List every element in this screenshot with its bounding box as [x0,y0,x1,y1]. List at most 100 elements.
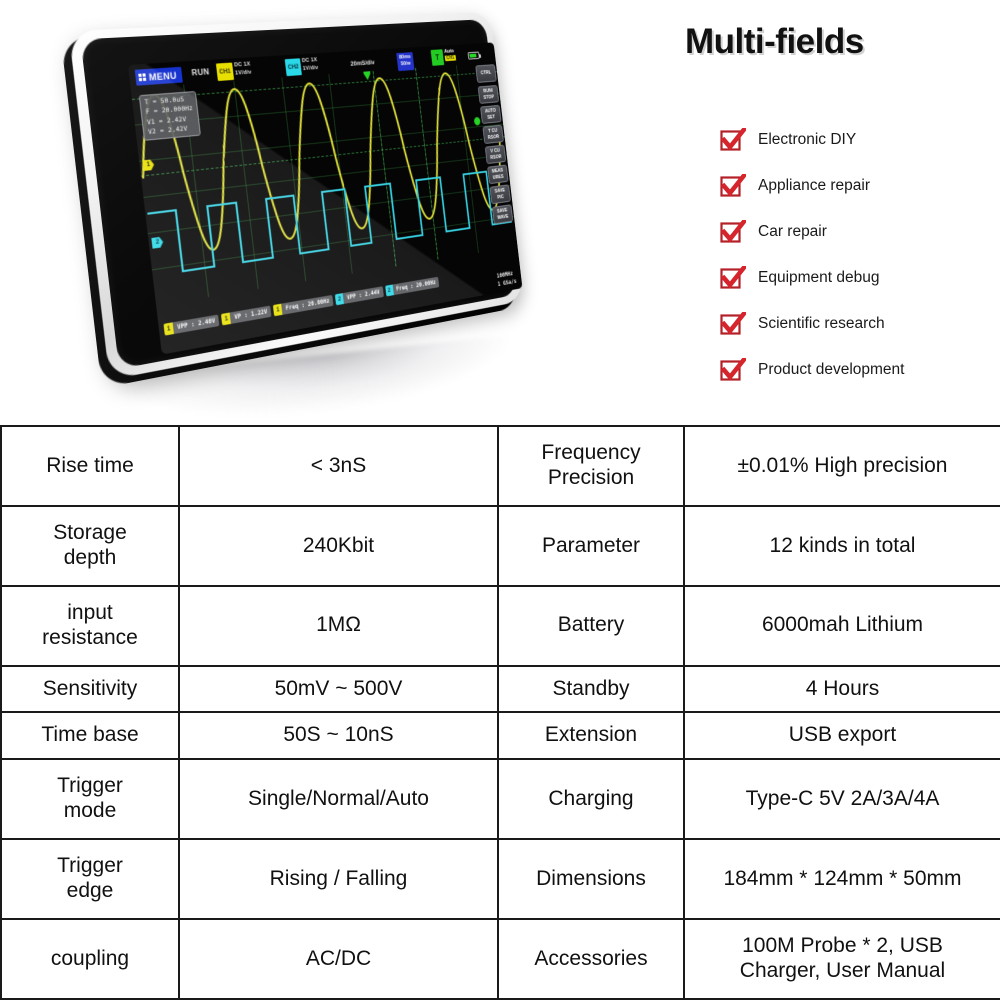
list-item: Electronic DIY [720,117,1000,163]
measurement-item[interactable]: 1 Freq : 20.00Hz [273,295,333,316]
oscilloscope-device: MENU RUN CH1 DC 1X 1V/div CH2 DC 1X 1V/d… [70,18,580,378]
readout-line-v2: V2 = 2.42V [148,123,196,137]
table-row: Trigger mode Single/Normal/Auto Charging … [1,759,1000,839]
sample-rate-label: 1 GSa/s [497,277,517,289]
trigger-offset-line1: 80ms [399,54,411,60]
ch1-scale: 1V/div [235,69,252,76]
spec-value: 184mm * 124mm * 50mm [684,839,1000,919]
softkey-v-cursor[interactable]: V CU RSOR [485,145,506,165]
list-item: Equipment debug [720,255,1000,301]
checkmark-icon [720,266,746,290]
softkey-measures[interactable]: MEAS URES [487,164,508,184]
menu-button-label: MENU [148,70,177,82]
meas-channel-chip: 1 [163,322,173,335]
ch1-chip: CH1 [216,63,234,81]
list-item: Car repair [720,209,1000,255]
ch2-position-marker[interactable]: 2 [151,237,163,249]
trigger-badge[interactable]: T Auto CH1 [431,48,457,65]
list-item-label: Equipment debug [758,269,880,287]
checkmark-icon [720,358,746,382]
measurement-readout-panel: T = 50.0uS F = 20.000Hz V1 = 2.42V V2 = … [139,91,201,141]
run-status-label: RUN [191,67,210,77]
meas-text: Freq : 20.00Hz [392,277,439,295]
checkmark-icon [720,312,746,336]
spec-key: Trigger edge [1,839,179,919]
trigger-offset-line2: 50/w [401,61,411,67]
spec-key: Dimensions [498,839,684,919]
measurement-item[interactable]: 2 VPP : 2.44V [335,286,384,305]
spec-key: input resistance [1,586,179,666]
spec-value: 240Kbit [179,506,498,586]
measurement-item[interactable]: 1 VPP : 2.40V [163,314,219,335]
measurement-item[interactable]: 2 Freq : 20.00Hz [385,277,440,297]
spec-value: < 3nS [179,426,498,506]
list-item-label: Electronic DIY [758,131,856,149]
spec-value: Rising / Falling [179,839,498,919]
softkey-line2: RSOR [488,134,500,141]
page-title: Multi-fields [685,22,864,62]
hero-section: MENU RUN CH1 DC 1X 1V/div CH2 DC 1X 1V/d… [0,0,1000,425]
spec-value: 1MΩ [179,586,498,666]
softkey-line2: PIC [497,194,504,201]
channel-1-badge[interactable]: CH1 DC 1X 1V/div [216,61,252,81]
timebase-label[interactable]: 20mS/div [350,59,375,67]
softkey-save-pic[interactable]: SAVE PIC [490,184,511,204]
list-item-label: Car repair [758,223,827,241]
softkey-line2: URES [493,174,504,181]
spec-value: USB export [684,712,1000,759]
list-item-label: Product development [758,361,904,379]
softkey-auto-set[interactable]: AUTO SET [480,105,501,124]
spec-key: Standby [498,666,684,713]
spec-value: Type-C 5V 2A/3A/4A [684,759,1000,839]
battery-icon [468,52,480,60]
softkey-line2: SET [487,114,495,121]
ch2-square [147,169,511,275]
table-row: Storage depth 240Kbit Parameter 12 kinds … [1,506,1000,586]
menu-button[interactable]: MENU [135,67,183,86]
spec-key: Rise time [1,426,179,506]
softkey-line2: WAVE [497,213,509,221]
ch2-chip: CH2 [285,58,302,76]
spec-key: Sensitivity [1,666,179,713]
spec-value: Single/Normal/Auto [179,759,498,839]
meas-channel-chip: 1 [273,304,283,317]
checkmark-icon [720,128,746,152]
checkmark-icon [720,174,746,198]
table-row: Sensitivity 50mV ~ 500V Standby 4 Hours [1,666,1000,713]
spec-key: Trigger mode [1,759,179,839]
ch1-position-marker[interactable]: 1 [142,159,154,171]
spec-key: Charging [498,759,684,839]
softkey-line2: STOP [483,94,494,101]
trigger-source-label: CH1 [445,55,457,61]
ch1-meta: DC 1X 1V/div [234,61,252,78]
specification-table: Rise time < 3nS Frequency Precision ±0.01… [0,425,1000,1000]
checkmark-icon [720,220,746,244]
softkey-ctrl[interactable]: CTRL [475,64,496,83]
meas-text: Freq : 20.00Hz [281,295,333,315]
softkey-t-cursor[interactable]: T CU RSOR [482,125,503,144]
trigger-offset-chip[interactable]: 80ms 50/w [396,52,414,71]
spec-key: Extension [498,712,684,759]
table-row: coupling AC/DC Accessories 100M Probe * … [1,919,1000,999]
softkey-run-stop[interactable]: RUN/ STOP [478,85,499,104]
spec-value: 4 Hours [684,666,1000,713]
features-panel: Multi-fields Electronic DIY Appliance re… [630,12,1000,422]
spec-value: ±0.01% High precision [684,426,1000,506]
channel-2-badge[interactable]: CH2 DC 1X 1V/div [285,57,319,76]
meas-text: VPP : 2.40V [173,314,220,334]
list-item: Product development [720,347,1000,393]
ch2-coupling: DC 1X [302,57,318,64]
spec-value: 12 kinds in total [684,506,1000,586]
list-item: Scientific research [720,301,1000,347]
softkey-save-wave[interactable]: SAVE WAVE [492,204,513,224]
spec-key: coupling [1,919,179,999]
spec-key: Battery [498,586,684,666]
feature-checklist: Electronic DIY Appliance repair Car repa… [720,117,1000,393]
spec-key: Frequency Precision [498,426,684,506]
table-row: Rise time < 3nS Frequency Precision ±0.01… [1,426,1000,506]
spec-key: Storage depth [1,506,179,586]
list-item-label: Appliance repair [758,177,870,195]
trigger-symbol: T [431,49,445,66]
meas-text: VPP : 2.44V [343,286,384,304]
list-item: Appliance repair [720,163,1000,209]
